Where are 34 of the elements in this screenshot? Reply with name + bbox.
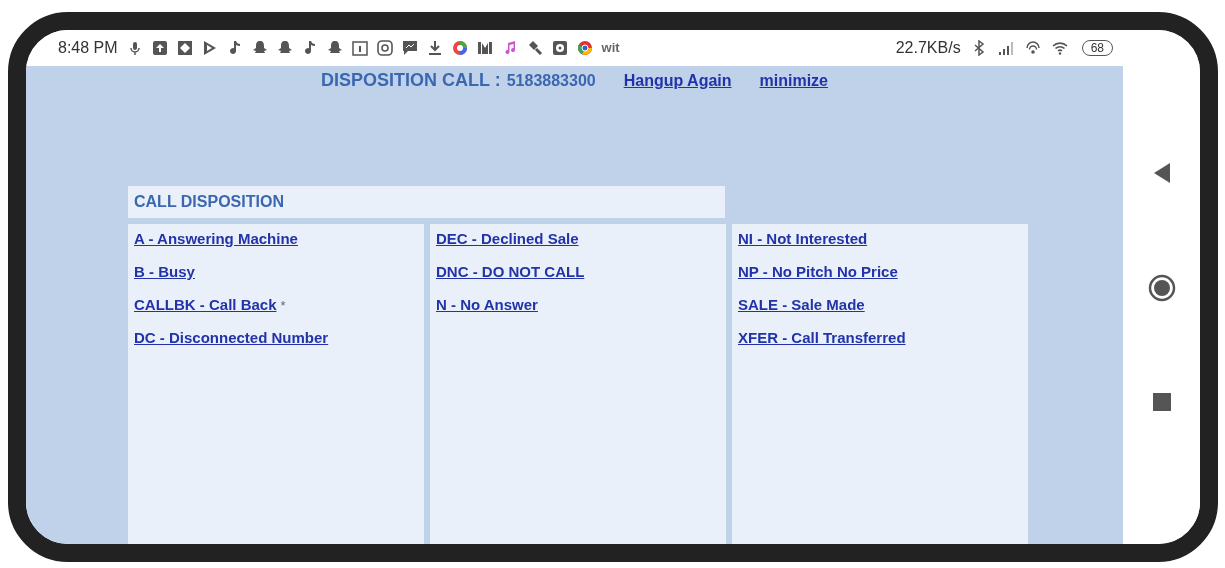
disposition-link[interactable]: SALE - Sale Made xyxy=(738,294,865,317)
header-link[interactable]: Hangup Again xyxy=(623,68,732,93)
page-title: DISPOSITION CALL : xyxy=(321,69,501,93)
disposition-link[interactable]: DNC - DO NOT CALL xyxy=(436,261,585,284)
camera-icon xyxy=(376,40,393,56)
tile-icon xyxy=(176,40,193,56)
browser-icon xyxy=(576,40,593,56)
disposition-link[interactable]: NI - Not Interested xyxy=(738,228,868,251)
hotspot-icon xyxy=(1023,40,1042,56)
download-icon xyxy=(426,40,443,56)
home-icon[interactable] xyxy=(1147,274,1176,302)
network-speed: 22.7KB/s xyxy=(895,38,961,58)
disposition-link[interactable]: N - No Answer xyxy=(436,294,538,317)
disposition-link[interactable]: NP - No Pitch No Price xyxy=(738,261,898,284)
disposition-link[interactable]: DEC - Declined Sale xyxy=(436,228,579,251)
chat-icon xyxy=(401,40,418,56)
play-icon xyxy=(201,40,218,56)
note-mark: * xyxy=(280,297,286,315)
phone-number: 5183883300 xyxy=(506,71,596,92)
panel-title: CALL DISPOSITION xyxy=(134,192,284,212)
wifi-icon xyxy=(1050,40,1069,56)
disposition-link[interactable]: A - Answering Machine xyxy=(134,228,298,251)
disposition-link[interactable]: DC - Disconnected Number xyxy=(134,327,329,350)
upload-icon xyxy=(151,40,168,56)
signal-icon xyxy=(996,40,1015,56)
color-wheel-icon xyxy=(451,40,468,56)
disposition-link[interactable]: CALLBK - Call Back xyxy=(134,294,277,317)
app-label: wit xyxy=(601,39,620,58)
status-time: 8:48 PM xyxy=(58,38,118,58)
calendar-icon xyxy=(351,40,368,56)
disposition-link[interactable]: XFER - Call Transferred xyxy=(738,327,906,350)
recents-icon[interactable] xyxy=(1151,392,1172,412)
header-link[interactable]: minimize xyxy=(759,68,828,93)
disposition-link[interactable]: B - Busy xyxy=(134,261,195,284)
